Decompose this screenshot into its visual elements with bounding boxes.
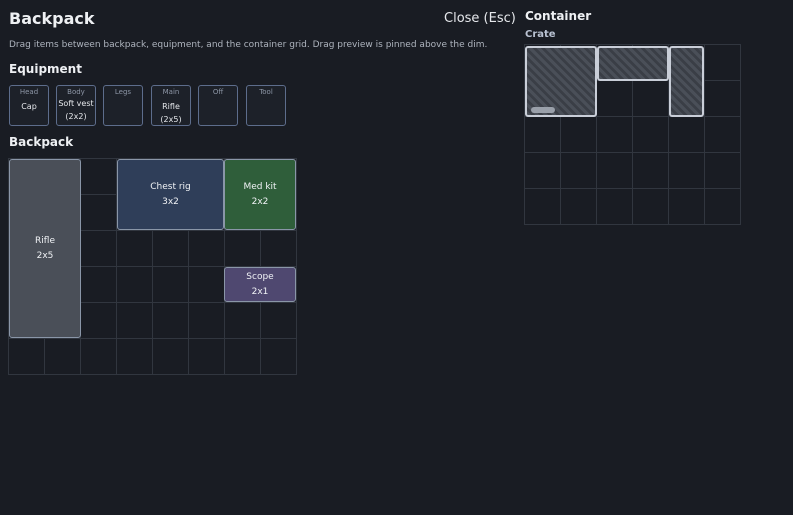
item-name: Scope — [246, 271, 274, 282]
equipment-slot-off[interactable]: Off — [198, 85, 238, 126]
item-size: 2x1 — [251, 286, 269, 297]
slot-value: Rifle (2x5) — [160, 102, 182, 124]
slot-value: Soft vest (2x2) — [58, 99, 94, 121]
crate-item-hidden[interactable] — [669, 46, 704, 117]
container-heading: Container — [525, 9, 592, 23]
item-med-kit[interactable]: Med kit 2x2 — [224, 159, 296, 230]
page-title: Backpack — [9, 9, 95, 28]
crate-item-hidden[interactable] — [525, 46, 597, 117]
item-size: 2x2 — [251, 196, 269, 207]
equipment-slot-head[interactable]: Head Cap — [9, 85, 49, 126]
item-chest-rig[interactable]: Chest rig 3x2 — [117, 159, 224, 230]
close-button[interactable]: Close (Esc) — [444, 11, 516, 26]
slot-label: Main — [162, 88, 180, 96]
item-size: 2x5 — [36, 250, 54, 261]
loading-bar — [531, 107, 555, 113]
slot-value: Cap — [21, 102, 37, 111]
slot-label: Head — [19, 88, 39, 96]
item-name: Med kit — [243, 181, 277, 192]
equipment-slot-body[interactable]: Body Soft vest (2x2) — [56, 85, 96, 126]
slot-label: Body — [67, 88, 85, 96]
backpack-heading: Backpack — [9, 135, 74, 149]
slot-label: Legs — [114, 88, 132, 96]
instructions-text: Drag items between backpack, equipment, … — [9, 40, 488, 50]
slot-label: Tool — [259, 88, 273, 96]
container-name: Crate — [525, 29, 556, 40]
equipment-heading: Equipment — [9, 62, 82, 76]
equipment-slot-main[interactable]: Main Rifle (2x5) — [151, 85, 191, 126]
item-name: Rifle — [35, 235, 55, 246]
equipment-slot-tool[interactable]: Tool — [246, 85, 286, 126]
item-rifle[interactable]: Rifle 2x5 — [9, 159, 81, 338]
equipment-slot-legs[interactable]: Legs — [103, 85, 143, 126]
crate-item-hidden[interactable] — [597, 46, 669, 81]
item-name: Chest rig — [150, 181, 191, 192]
item-size: 3x2 — [162, 196, 179, 207]
item-scope[interactable]: Scope 2x1 — [224, 267, 296, 302]
slot-label: Off — [212, 88, 224, 96]
